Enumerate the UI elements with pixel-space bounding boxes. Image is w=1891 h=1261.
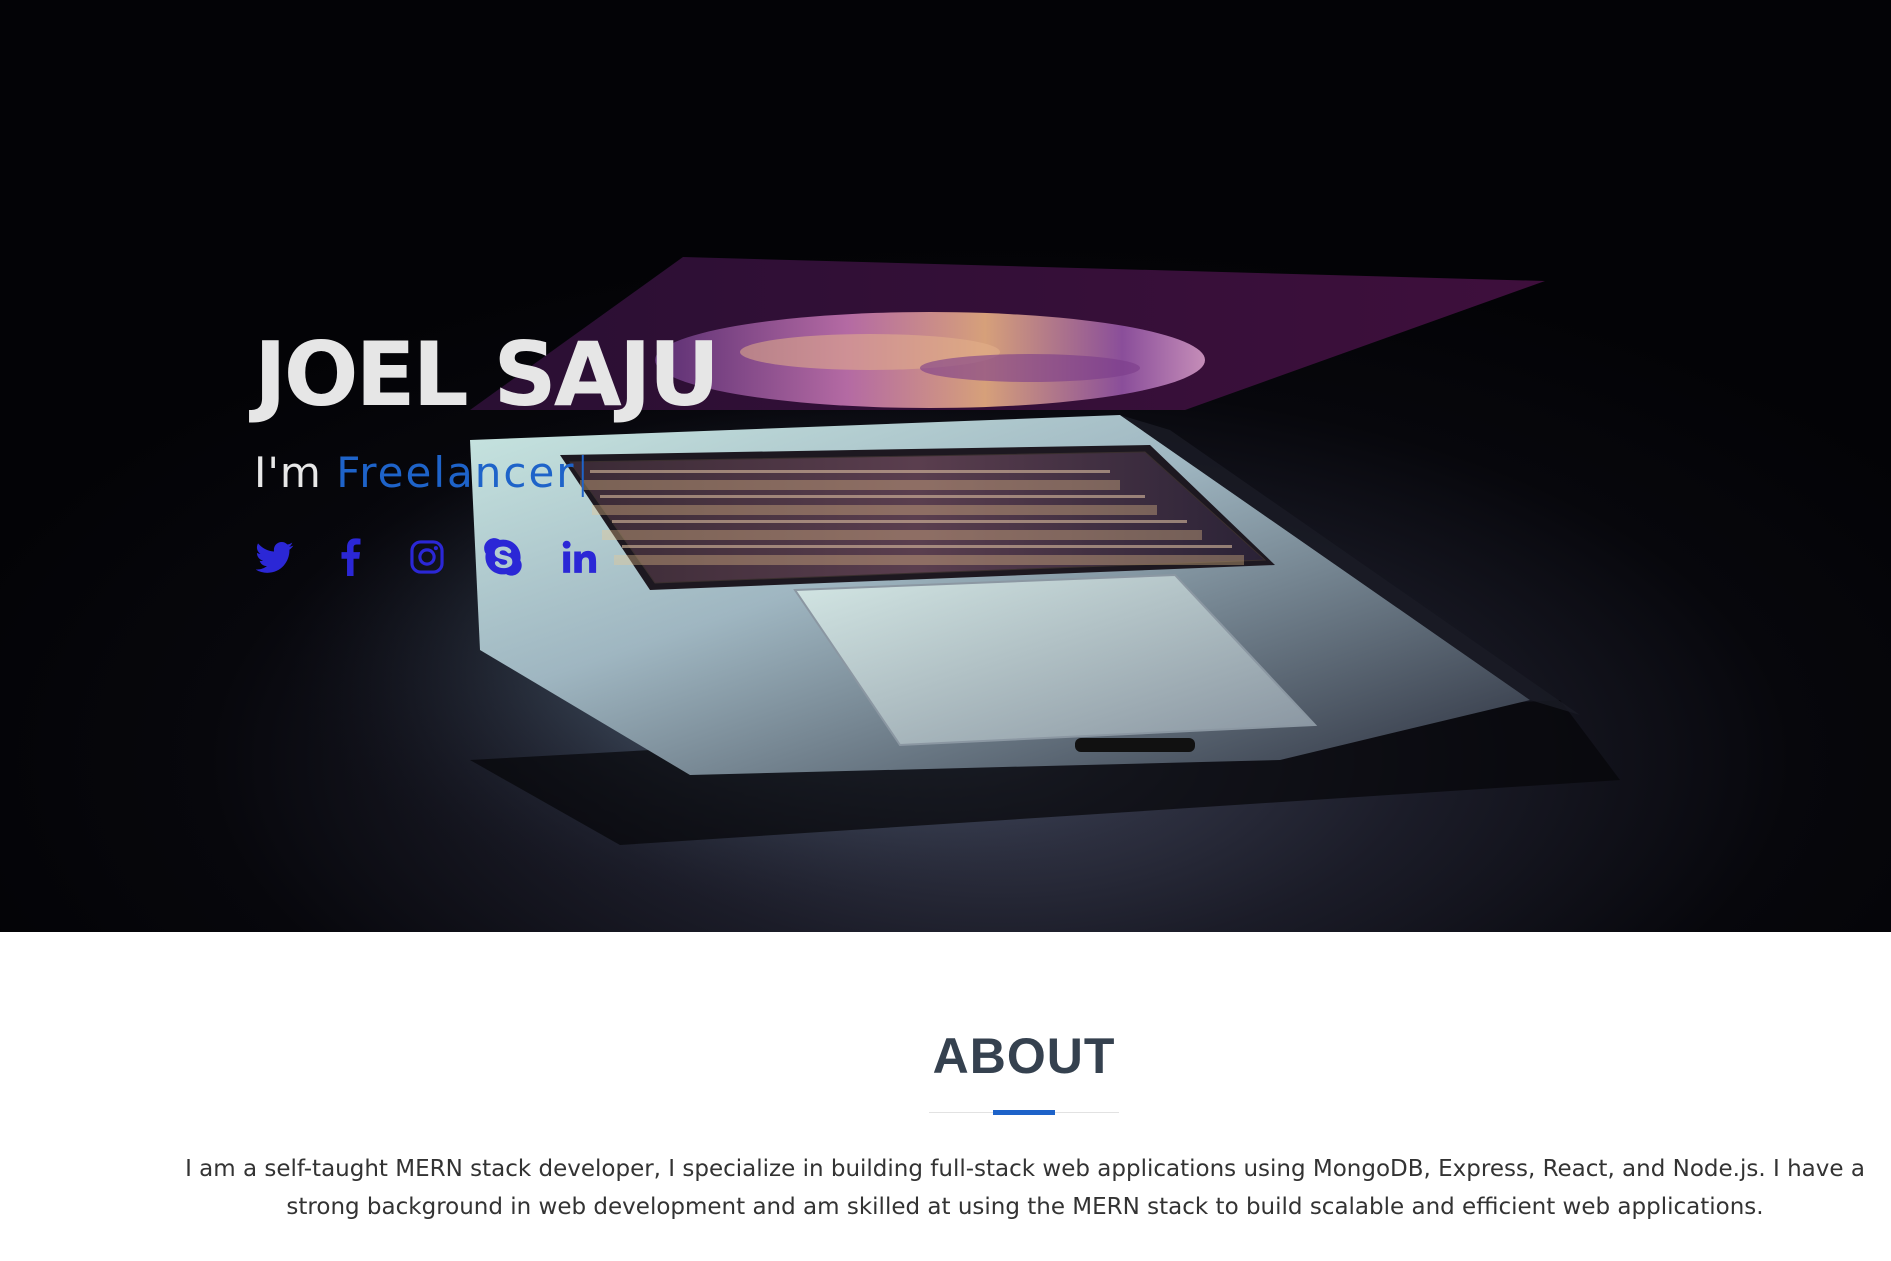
about-divider-accent (993, 1110, 1055, 1115)
hero-content: JOEL SAJU I'm Freelancer| (254, 320, 720, 576)
hero-role-typed: Freelancer (336, 448, 576, 497)
hero-role-prefix: I'm (254, 448, 337, 497)
linkedin-icon (562, 540, 597, 573)
typing-cursor: | (575, 448, 591, 497)
skype-icon (484, 538, 522, 576)
skype-link[interactable] (484, 538, 522, 576)
facebook-link[interactable] (332, 538, 370, 576)
facebook-icon (341, 538, 361, 576)
about-text: I am a self-taught MERN stack developer,… (185, 1156, 1865, 1220)
linkedin-link[interactable] (560, 538, 598, 576)
instagram-link[interactable] (408, 538, 446, 576)
instagram-icon (410, 540, 444, 574)
about-section: ABOUT I am a self-taught MERN stack deve… (0, 932, 1891, 1261)
about-title: ABOUT (932, 1028, 1116, 1084)
twitter-icon (256, 541, 294, 573)
social-links (256, 538, 717, 576)
hero-section: JOEL SAJU I'm Freelancer| (0, 0, 1891, 932)
hero-name: JOEL SAJU (254, 323, 720, 426)
hero-role: I'm Freelancer| (254, 448, 717, 498)
twitter-link[interactable] (256, 538, 294, 576)
